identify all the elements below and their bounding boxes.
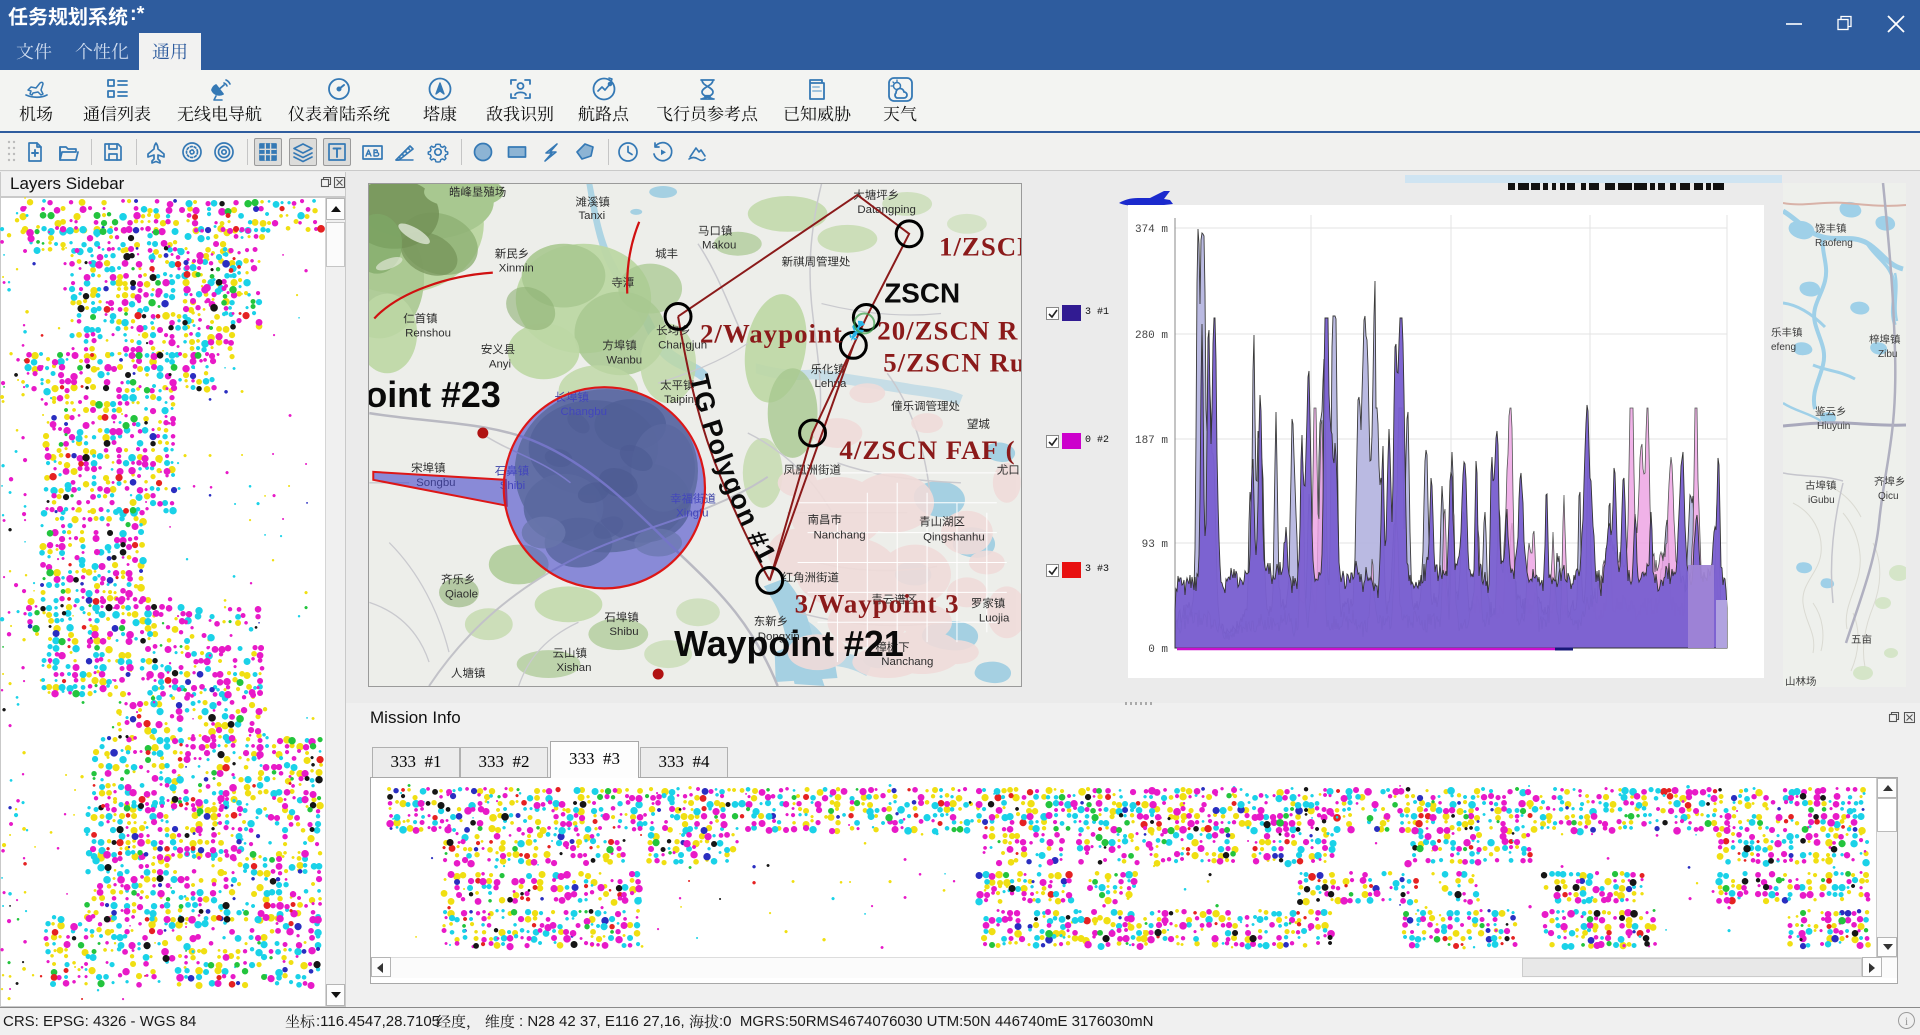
svg-text:187 m: 187 m <box>1135 435 1168 447</box>
svg-text:93 m: 93 m <box>1142 539 1169 551</box>
svg-text:374 m: 374 m <box>1135 224 1168 236</box>
svg-text:0 m: 0 m <box>1148 644 1168 656</box>
svg-text:280 m: 280 m <box>1135 330 1168 342</box>
